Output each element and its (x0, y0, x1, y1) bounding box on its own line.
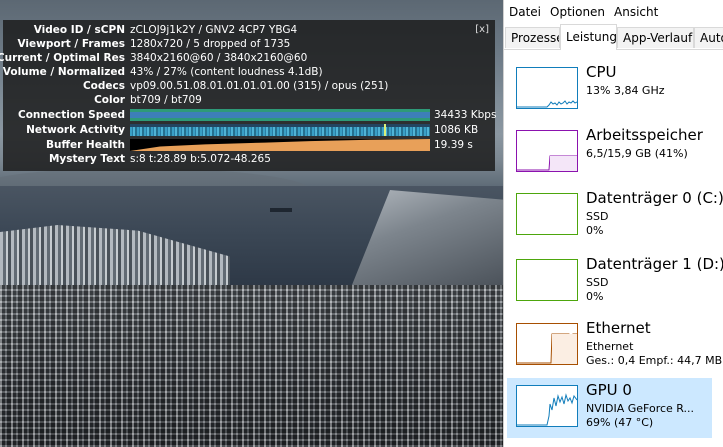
stats-value: vp09.00.51.08.01.01.01.01.00 (315) / opu… (130, 80, 389, 92)
tab-autostart[interactable]: Auto (694, 27, 723, 48)
city-view (0, 285, 503, 447)
resource-name: GPU 0 (586, 381, 632, 399)
resource-disk-1[interactable]: Datenträger 1 (D:) SSD 0% (507, 252, 723, 312)
resource-type: SSD (586, 276, 609, 289)
resource-usage: 69% (47 °C) (586, 416, 654, 429)
stats-value: 1086 KB (434, 124, 479, 136)
stats-row-volume: Volume / Normalized 43% / 27% (content l… (3, 65, 495, 80)
resource-name: Arbeitsspeicher (586, 126, 703, 144)
ethernet-thumbnail-graph (516, 323, 578, 365)
disk1-thumbnail-graph (516, 259, 578, 301)
stats-row-codecs: Codecs vp09.00.51.08.01.01.01.01.00 (315… (3, 79, 495, 94)
stats-label: Viewport / Frames (17, 38, 125, 50)
resource-ethernet[interactable]: Ethernet Ethernet Ges.: 0,4 Empf.: 44,7 … (507, 316, 723, 376)
tab-bar: Prozesse Leistung App-Verlauf Auto (504, 24, 723, 50)
cpu-graph-line (517, 100, 577, 108)
buffer-health-graph (130, 139, 430, 151)
memory-thumbnail-graph (516, 130, 578, 172)
ethernet-graph (517, 333, 577, 364)
gpu-graph-line (517, 393, 577, 426)
stats-row-network-activity: Network Activity 1086 KB (3, 123, 495, 138)
resource-gpu-0[interactable]: GPU 0 NVIDIA GeForce R... 69% (47 °C) (507, 378, 712, 438)
tab-app-verlauf[interactable]: App-Verlauf (617, 27, 694, 48)
resource-cpu[interactable]: CPU 13% 3,84 GHz (507, 60, 712, 120)
stats-value: 1280x720 / 5 dropped of 1735 (130, 38, 291, 50)
menu-bar: Datei Optionen Ansicht (504, 0, 723, 24)
stats-row-resolution: Current / Optimal Res 3840x2160@60 / 384… (0, 51, 495, 66)
stats-label: Video ID / sCPN (33, 24, 125, 36)
stats-label: Volume / Normalized (2, 66, 125, 78)
stats-for-nerds-panel: [x] Video ID / sCPN zCLOJ9j1k2Y / GNV2 4… (0, 20, 497, 171)
video-player[interactable]: [x] Video ID / sCPN zCLOJ9j1k2Y / GNV2 4… (0, 0, 503, 447)
resource-name: Datenträger 0 (C:) (586, 189, 723, 207)
stats-row-buffer-health: Buffer Health 19.39 s (3, 138, 495, 153)
connection-speed-graph (130, 109, 430, 121)
ship (270, 208, 292, 212)
tab-leistung[interactable]: Leistung (560, 24, 617, 50)
stats-label: Connection Speed (17, 109, 125, 121)
resource-name: CPU (586, 63, 617, 81)
stats-label: Current / Optimal Res (0, 52, 125, 64)
menu-ansicht[interactable]: Ansicht (614, 5, 658, 19)
resource-adapter: Ethernet (586, 340, 634, 353)
stats-value: zCLOJ9j1k2Y / GNV2 4CP7 YBG4 (130, 24, 298, 36)
resource-usage: 13% 3,84 GHz (586, 84, 665, 97)
stats-value: s:8 t:28.89 b:5.072-48.265 (130, 153, 271, 165)
gpu-thumbnail-graph (516, 385, 578, 427)
resource-throughput: Ges.: 0,4 Empf.: 44,7 MBit (586, 354, 723, 367)
stats-value: 19.39 s (434, 139, 473, 151)
memory-graph (517, 155, 577, 171)
stats-value: bt709 / bt709 (130, 94, 202, 106)
task-manager-window: Datei Optionen Ansicht Prozesse Leistung… (503, 0, 723, 447)
tab-prozesse[interactable]: Prozesse (505, 27, 560, 48)
stats-value: 43% / 27% (content loudness 4.1dB) (130, 66, 323, 78)
resource-disk-0[interactable]: Datenträger 0 (C:) SSD 0% (507, 186, 723, 246)
resource-name: Datenträger 1 (D:) (586, 255, 723, 273)
stats-row-viewport: Viewport / Frames 1280x720 / 5 dropped o… (3, 37, 495, 52)
stats-label: Mystery Text (48, 153, 125, 165)
stats-row-mystery-text: Mystery Text s:8 t:28.89 b:5.072-48.265 (3, 152, 495, 167)
stats-value: 34433 Kbps (434, 109, 497, 121)
resource-model: NVIDIA GeForce R... (586, 402, 695, 415)
resource-memory[interactable]: Arbeitsspeicher 6,5/15,9 GB (41%) (507, 123, 712, 183)
stats-row-color: Color bt709 / bt709 (3, 93, 495, 108)
resource-name: Ethernet (586, 319, 651, 337)
stats-value: 3840x2160@60 / 3840x2160@60 (130, 52, 308, 64)
cpu-thumbnail-graph (516, 67, 578, 109)
stats-label: Buffer Health (45, 139, 125, 151)
resource-usage: 6,5/15,9 GB (41%) (586, 147, 688, 160)
disk0-thumbnail-graph (516, 193, 578, 235)
stats-row-video-id: Video ID / sCPN zCLOJ9j1k2Y / GNV2 4CP7 … (3, 23, 495, 38)
resource-type: SSD (586, 210, 609, 223)
resource-usage: 0% (586, 290, 604, 303)
resource-usage: 0% (586, 224, 604, 237)
stats-row-connection-speed: Connection Speed 34433 Kbps (3, 108, 497, 123)
stats-label: Color (94, 94, 125, 106)
stats-label: Codecs (82, 80, 125, 92)
network-activity-graph (130, 124, 430, 136)
menu-optionen[interactable]: Optionen (550, 5, 605, 19)
stats-label: Network Activity (26, 124, 125, 136)
menu-datei[interactable]: Datei (509, 5, 541, 19)
